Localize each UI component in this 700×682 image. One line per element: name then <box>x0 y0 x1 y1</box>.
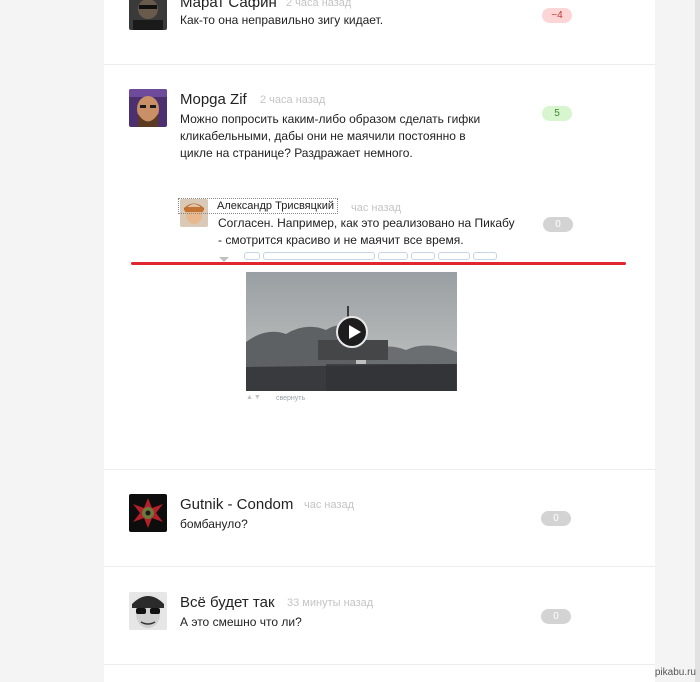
comment-time: час назад <box>304 499 355 511</box>
comment-text: Как-то она неправильно зигу кидает. <box>180 13 384 27</box>
comment-author[interactable]: Марат Сафин <box>180 0 277 11</box>
avatar[interactable] <box>129 592 167 630</box>
comment-time: 2 часа назад <box>260 94 326 106</box>
comment-author[interactable]: Gutnik - Condom <box>180 496 293 513</box>
comment-text: бомбануло? <box>180 517 248 531</box>
play-icon[interactable] <box>336 316 368 348</box>
separator <box>104 664 655 665</box>
comment-text: Можно попросить каким-либо образом сдела… <box>180 112 481 160</box>
separator <box>104 469 655 470</box>
comment-time: 33 минуты назад <box>287 597 374 609</box>
reply-time: час назад <box>351 202 402 214</box>
avatar[interactable] <box>129 89 167 127</box>
separator <box>104 64 655 65</box>
toolbar-ghost <box>244 252 516 260</box>
comment-score: 0 <box>541 511 571 526</box>
comment-score: −4 <box>542 8 572 23</box>
comment-score: 5 <box>542 106 572 121</box>
separator <box>104 566 655 567</box>
reply-author[interactable]: Александр Трисвяцкий <box>178 198 339 214</box>
highlight-line <box>131 262 626 265</box>
collapse-link[interactable]: свернуть <box>276 395 305 402</box>
comment-text: А это смешно что ли? <box>180 615 302 629</box>
reply-text: Согласен. Например, как это реализовано … <box>218 216 515 247</box>
watermark: pikabu.ru <box>654 667 696 678</box>
avatar[interactable] <box>129 0 167 30</box>
vote-arrows-icon[interactable]: ▲▼ <box>246 394 262 401</box>
comment-score: 0 <box>541 609 571 624</box>
window-edge <box>695 0 700 682</box>
reply-score: 0 <box>543 217 573 232</box>
comment-time: 2 часа назад <box>286 0 352 9</box>
comment-author[interactable]: Всё будет так <box>180 594 275 611</box>
comment-author[interactable]: Mopga Zif <box>180 91 247 108</box>
avatar[interactable] <box>129 494 167 532</box>
